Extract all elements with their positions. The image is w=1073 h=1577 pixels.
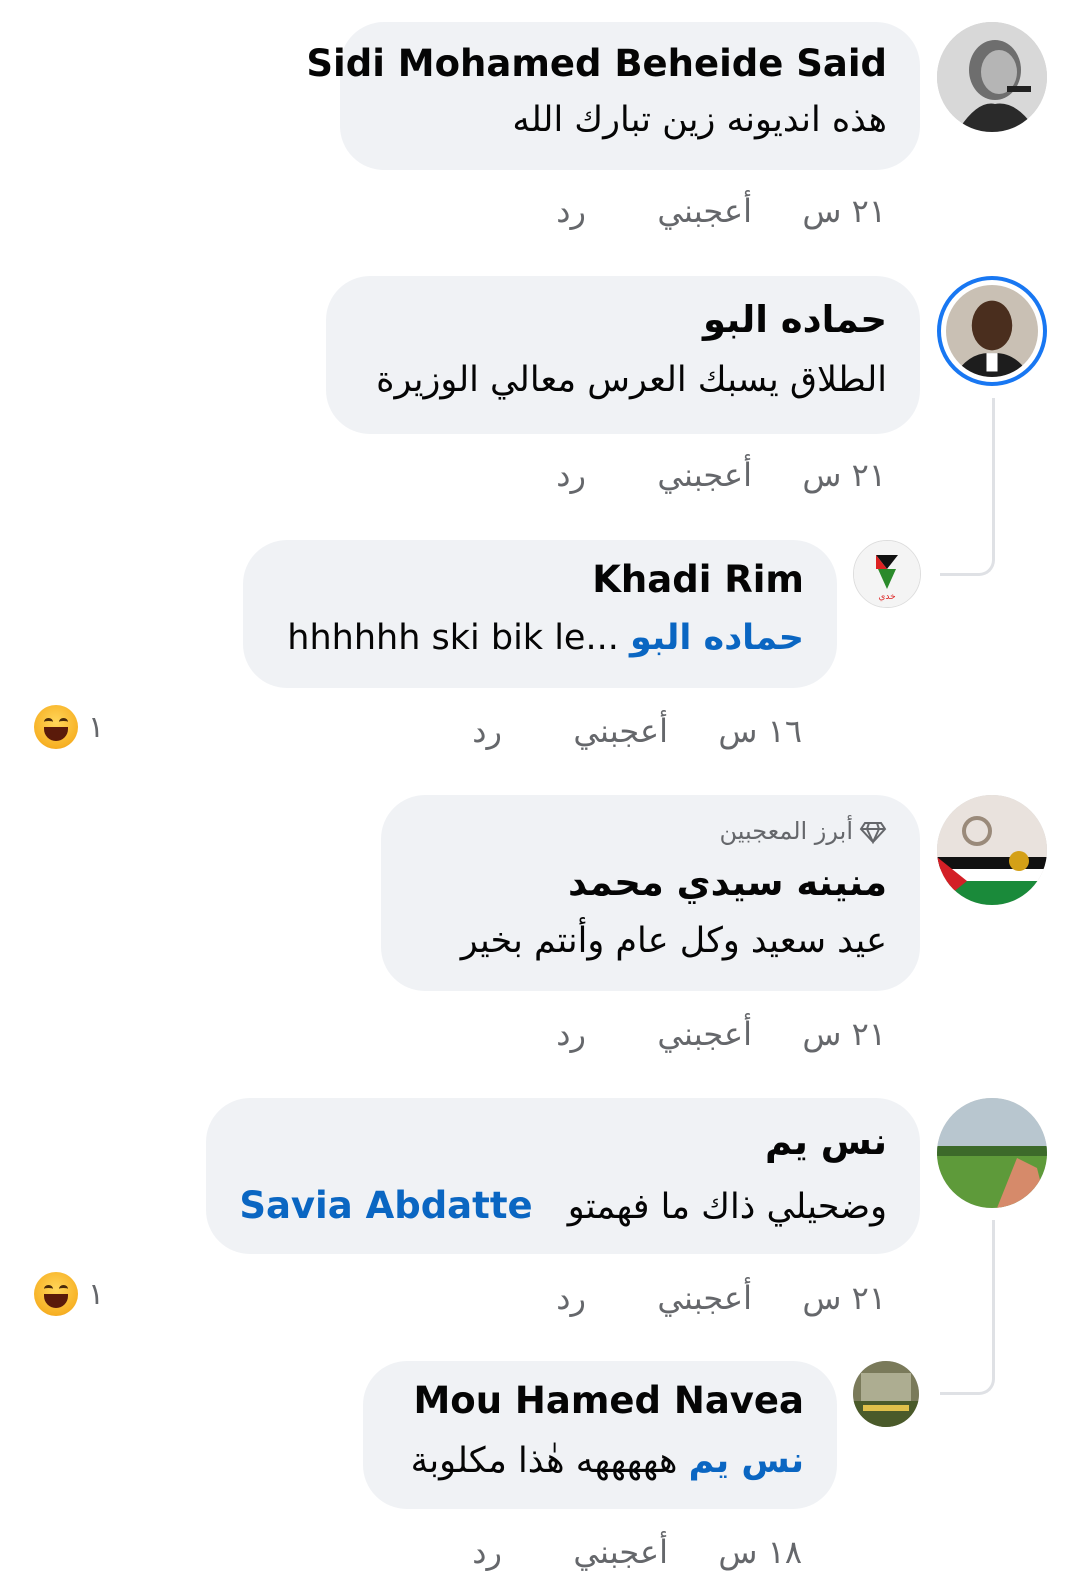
comment-actions: ١٦ س أعجبني رد	[456, 712, 806, 756]
mention-link[interactable]: حماده البو	[630, 618, 804, 658]
comment-bubble: أبرز المعجبين منينه سيدي محمد عيد سعيد و…	[381, 795, 920, 991]
like-button[interactable]: أعجبني	[573, 712, 668, 750]
top-fan-badge: أبرز المعجبين	[720, 817, 888, 845]
comment-time[interactable]: ٢١ س	[802, 1279, 886, 1317]
haha-emoji-icon	[34, 705, 78, 749]
comment-bubble: Mou Hamed Navea نس يم هههههه هٰذا مكلوبة	[363, 1361, 837, 1509]
avatar-khadi-rim[interactable]: خدي	[853, 540, 921, 608]
avatar-hamada-albou[interactable]	[937, 276, 1047, 386]
like-button[interactable]: أعجبني	[657, 456, 752, 494]
reaction-count: ١	[88, 1276, 105, 1312]
comment-bubble: نس يم وضحيلي ذاك ما فهمتو Savia Abdatte	[206, 1098, 920, 1254]
comment-actions: ٢١ س أعجبني رد	[540, 192, 890, 236]
haha-emoji-icon	[34, 1272, 78, 1316]
comment-text: نس يم هههههه هٰذا مكلوبة	[411, 1441, 804, 1481]
svg-text:خدي: خدي	[878, 592, 895, 602]
like-button[interactable]: أعجبني	[657, 192, 752, 230]
avatar-nas-yam[interactable]	[937, 1098, 1047, 1208]
comment-time[interactable]: ١٨ س	[718, 1533, 802, 1571]
comment-author[interactable]: حماده البو	[703, 298, 887, 341]
reply-thread-line	[940, 398, 995, 576]
reply-button[interactable]: رد	[556, 1015, 586, 1053]
like-button[interactable]: أعجبني	[657, 1015, 752, 1053]
comment-author[interactable]: Khadi Rim	[592, 558, 804, 601]
like-button[interactable]: أعجبني	[657, 1279, 752, 1317]
reply-button[interactable]: رد	[472, 712, 502, 750]
comment-text: عيد سعيد وكل عام وأنتم بخير	[460, 921, 887, 961]
comment-bubble: Khadi Rim حماده البو hhhhhh ski bik le..…	[243, 540, 837, 688]
comment-time[interactable]: ٢١ س	[802, 456, 886, 494]
mention-link[interactable]: Savia Abdatte	[239, 1184, 532, 1227]
reply-button[interactable]: رد	[556, 192, 586, 230]
comment-bubble: Sidi Mohamed Beheide Said هذه انديونه زي…	[306, 22, 920, 170]
reaction-count: ١	[88, 709, 105, 745]
comment-author[interactable]: Mou Hamed Navea	[413, 1379, 804, 1422]
comment-time[interactable]: ١٦ س	[718, 712, 802, 750]
comment-text: وضحيلي ذاك ما فهمتو Savia Abdatte	[239, 1184, 887, 1227]
comment-actions: ٢١ س أعجبني رد	[540, 456, 890, 500]
like-button[interactable]: أعجبني	[573, 1533, 668, 1571]
avatar-mou-hamed-navea[interactable]	[853, 1361, 919, 1427]
comment-text-body: hhhhhh ski bik le...	[287, 618, 619, 658]
comment-text: الطلاق يسبك العرس معالي الوزيرة	[376, 360, 887, 400]
comment-author[interactable]: نس يم	[765, 1120, 887, 1163]
comment-actions: ٢١ س أعجبني رد	[540, 1279, 890, 1323]
comment-text: حماده البو hhhhhh ski bik le...	[287, 618, 804, 658]
comment-text-body: هههههه هٰذا مكلوبة	[410, 1441, 678, 1481]
comment-actions: ٢١ س أعجبني رد	[540, 1015, 890, 1059]
avatar-menina-sidi-mohamed[interactable]	[937, 795, 1047, 905]
reaction-summary[interactable]: ١	[34, 702, 104, 752]
comment-text-body: وضحيلي ذاك ما فهمتو	[567, 1187, 887, 1227]
comment-text: هذه انديونه زين تبارك الله	[512, 100, 887, 140]
comment-author[interactable]: منينه سيدي محمد	[568, 861, 887, 904]
comment-bubble: حماده البو الطلاق يسبك العرس معالي الوزي…	[326, 276, 920, 434]
mention-link[interactable]: نس يم	[689, 1441, 804, 1481]
reply-button[interactable]: رد	[556, 456, 586, 494]
comment-actions: ١٨ س أعجبني رد	[456, 1533, 806, 1577]
comment-time[interactable]: ٢١ س	[802, 192, 886, 230]
reply-thread-line	[940, 1220, 995, 1395]
reaction-summary[interactable]: ١	[34, 1269, 104, 1319]
reply-button[interactable]: رد	[556, 1279, 586, 1317]
comment-time[interactable]: ٢١ س	[802, 1015, 886, 1053]
diamond-icon	[859, 822, 887, 845]
avatar-sidi-mohamed[interactable]	[937, 22, 1047, 132]
reply-button[interactable]: رد	[472, 1533, 502, 1571]
comment-author[interactable]: Sidi Mohamed Beheide Said	[306, 42, 887, 85]
